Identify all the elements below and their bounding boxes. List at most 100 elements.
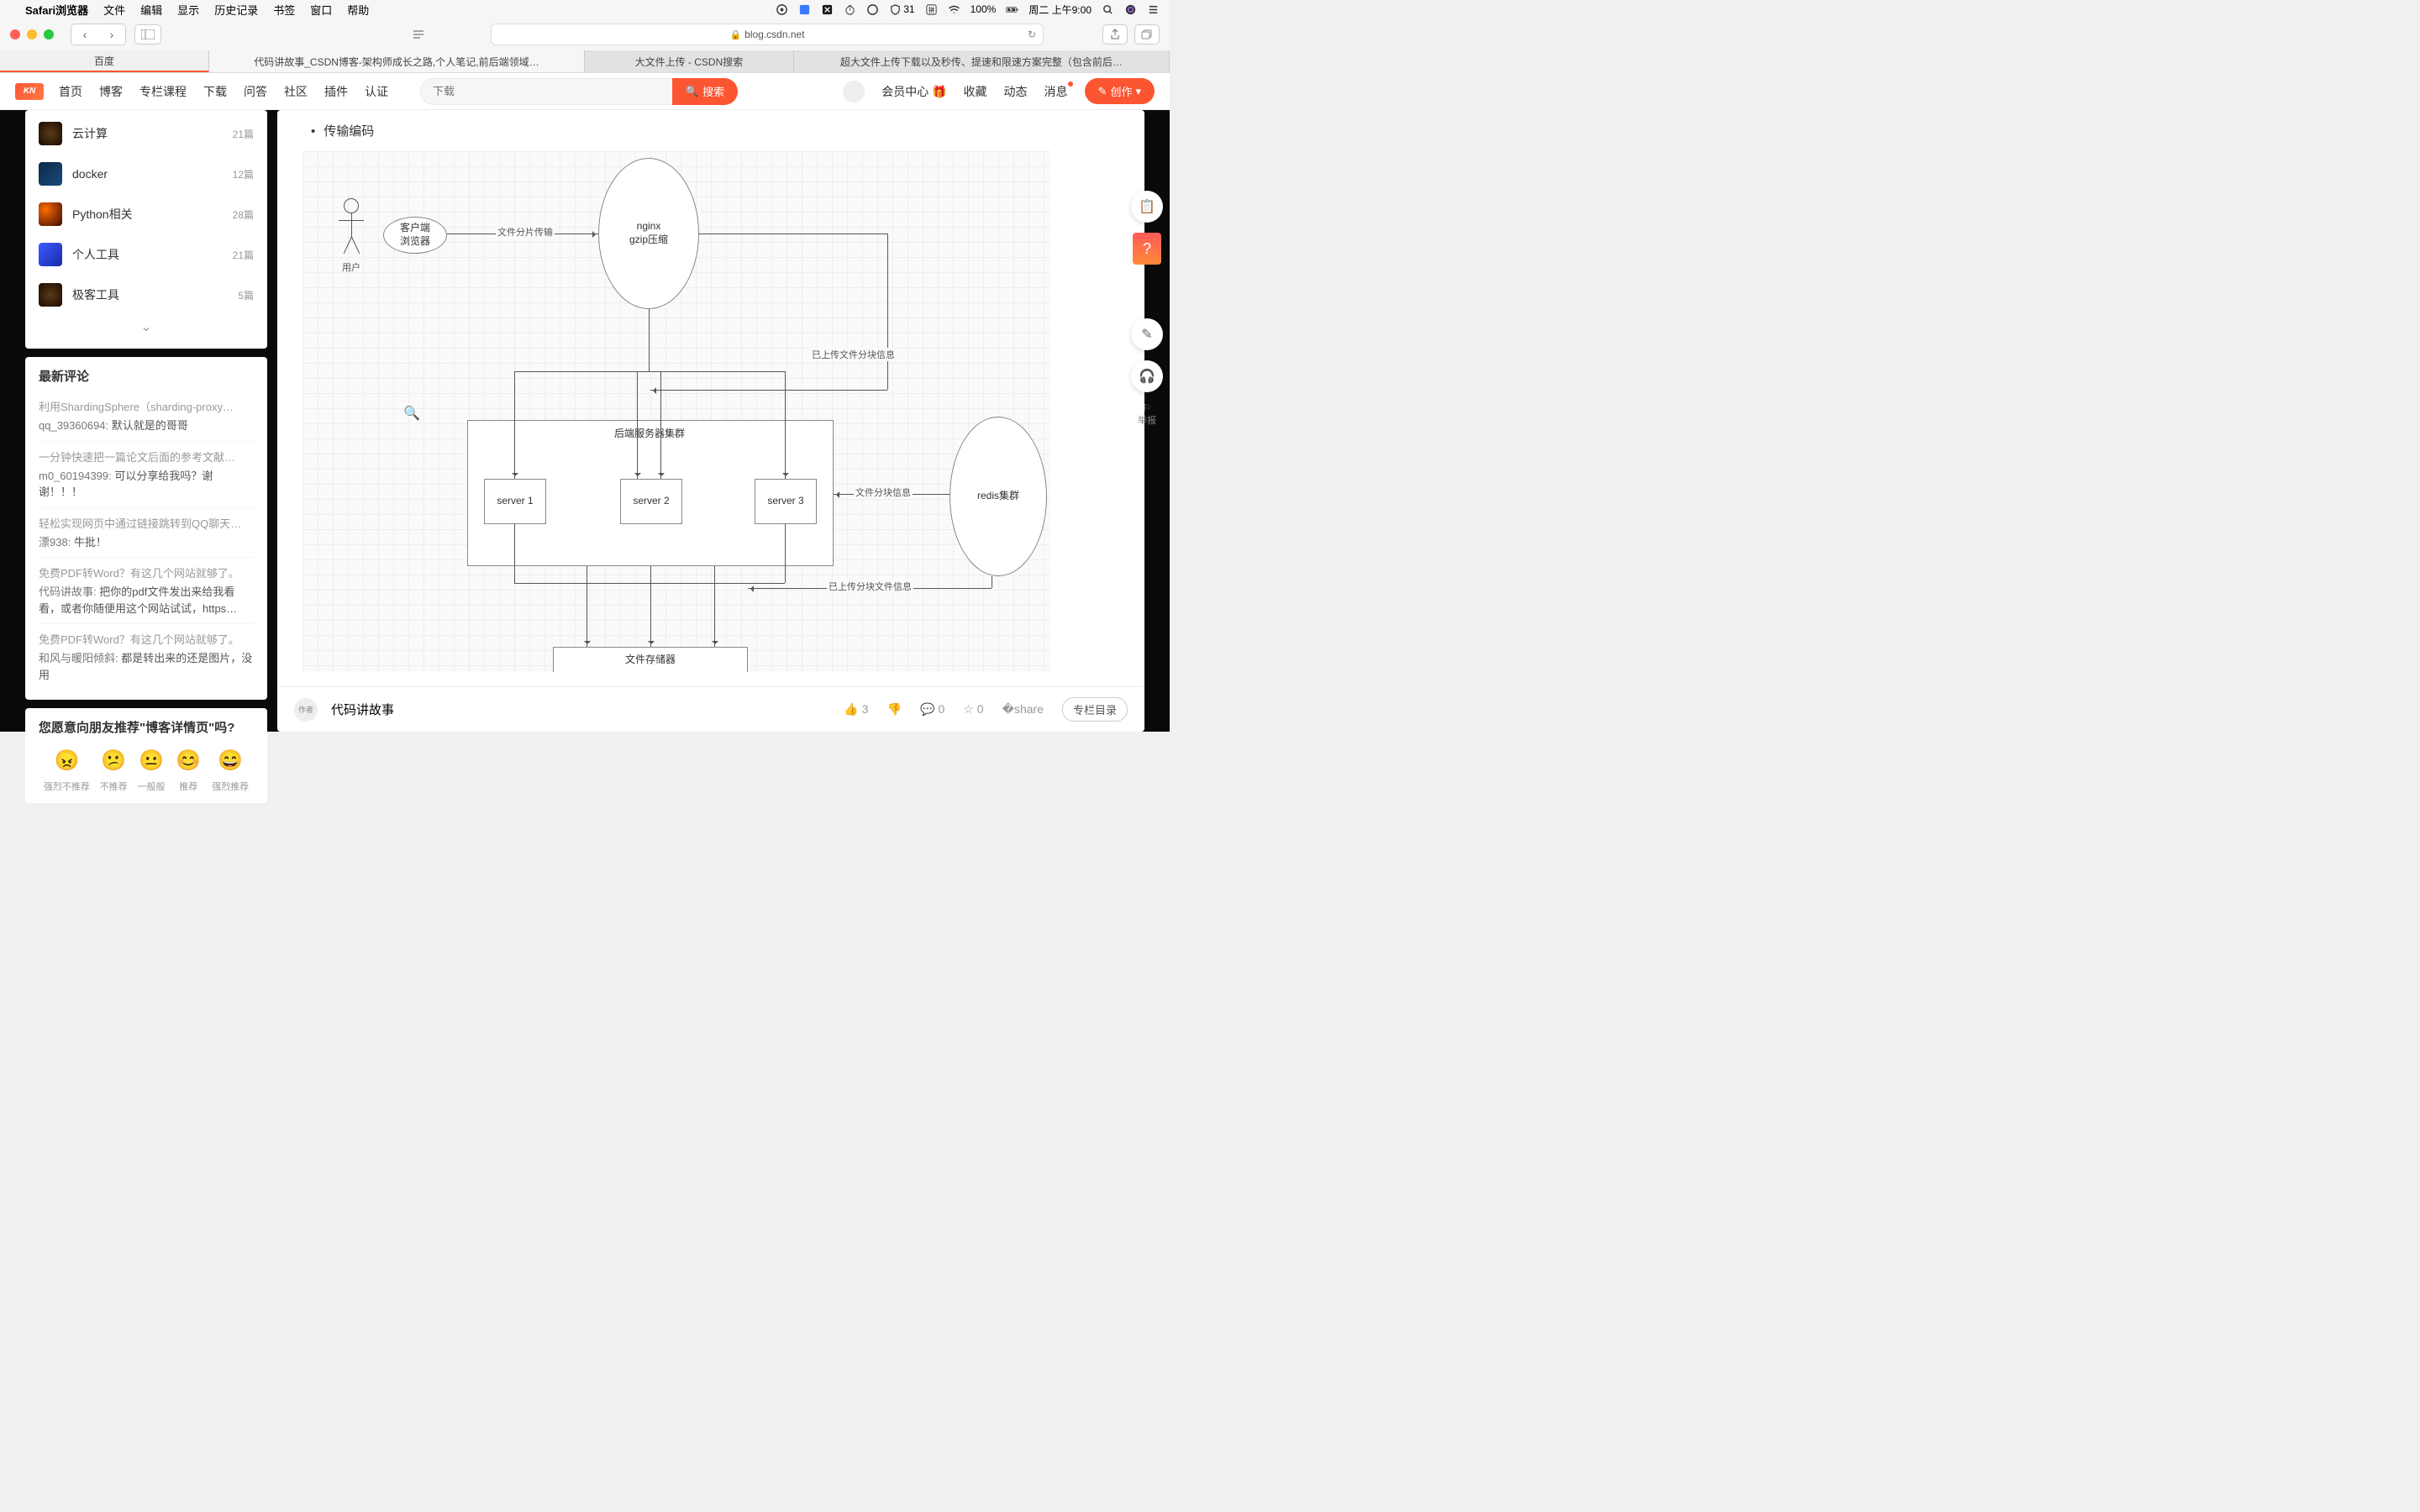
shield-icon[interactable]: 31 (889, 3, 914, 16)
comment-item[interactable]: 一分钟快速把一篇论文后面的参考文献…m0_60194399: 可以分享给我吗？谢… (39, 442, 254, 508)
rating-5[interactable]: 😄强烈推荐 (212, 748, 249, 793)
status-icon-3[interactable] (821, 3, 834, 16)
promo-cube[interactable]: ? (1133, 233, 1161, 265)
maximize-window-button[interactable] (44, 29, 54, 39)
clock[interactable]: 周二 上午9:00 (1028, 3, 1092, 17)
zoom-icon[interactable]: 🔍 (403, 405, 420, 422)
comment-item[interactable]: 轻松实现网页中通过链接跳转到QQ聊天…漂938: 牛批！ (39, 508, 254, 559)
category-icon (39, 202, 62, 226)
nav-home[interactable]: 首页 (59, 83, 82, 100)
star-icon: ☆ (963, 702, 974, 716)
search-button[interactable]: 🔍搜索 (672, 78, 738, 105)
nav-messages[interactable]: 消息 (1044, 83, 1068, 100)
tabs-button[interactable] (1134, 24, 1160, 45)
reload-icon[interactable]: ↻ (1028, 29, 1036, 40)
like-button[interactable]: 👍3 (844, 702, 868, 717)
category-item[interactable]: 云计算21篇 (39, 113, 254, 154)
nav-vip[interactable]: 会员中心 🎁 (881, 83, 946, 100)
comment-item[interactable]: 利用ShardingSphere（sharding-proxy…qq_39360… (39, 391, 254, 442)
forward-button[interactable]: › (98, 24, 125, 45)
battery-icon[interactable] (1006, 3, 1018, 16)
menu-bookmarks[interactable]: 书签 (273, 2, 295, 18)
nav-qa[interactable]: 问答 (244, 83, 267, 100)
nav-fav[interactable]: 收藏 (964, 83, 987, 100)
window-controls (10, 29, 54, 39)
app-name[interactable]: Safari浏览器 (25, 2, 88, 18)
write-button[interactable]: ✎创作 ▾ (1085, 78, 1155, 104)
wifi-icon[interactable] (948, 3, 960, 16)
nav-plugin[interactable]: 插件 (324, 83, 348, 100)
gift-icon: 🎁 (932, 85, 946, 98)
status-icon-2[interactable] (798, 3, 811, 16)
spotlight-icon[interactable] (1102, 3, 1114, 16)
csdn-logo[interactable]: KN (15, 83, 44, 100)
category-icon (39, 122, 62, 145)
architecture-diagram[interactable]: 🔍 用户 客户端 浏览器 nginx gzip压缩 redis集群 后端服务器集… (302, 151, 1050, 672)
siri-icon[interactable] (1124, 3, 1137, 16)
menu-file[interactable]: 文件 (103, 2, 125, 18)
url-text: blog.csdn.net (744, 29, 804, 40)
menu-view[interactable]: 显示 (177, 2, 199, 18)
menu-history[interactable]: 历史记录 (214, 2, 258, 18)
close-window-button[interactable] (10, 29, 20, 39)
category-item[interactable]: 极客工具5篇 (39, 275, 254, 315)
dislike-button[interactable]: 👎 (887, 702, 902, 717)
status-icon-circle[interactable] (866, 3, 879, 16)
search-icon: 🔍 (686, 85, 699, 98)
category-item[interactable]: Python相关28篇 (39, 194, 254, 234)
nav-download[interactable]: 下载 (203, 83, 227, 100)
tab-article[interactable]: 超大文件上传下载以及秒传、提速和限速方案完整（包含前后… (794, 50, 1170, 72)
edit-button[interactable]: ✎ (1131, 318, 1163, 350)
search-input[interactable] (420, 78, 672, 105)
recommend-card: 您愿意向朋友推荐"博客详情页"吗? 😠强烈不推荐 😕不推荐 😐一般般 😊推荐 😄… (25, 708, 267, 803)
control-center-icon[interactable] (1147, 3, 1160, 16)
floating-tools: 📋 ? ✎ 🎧 ⚐举报 (1131, 191, 1163, 427)
comment-item[interactable]: 免费PDF转Word？有这几个网站就够了。和风与暖阳倾斜: 都是转出来的还是图片… (39, 624, 254, 690)
support-button[interactable]: 🎧 (1131, 360, 1163, 392)
article-bullet: 传输编码 (311, 122, 1128, 139)
nav-cert[interactable]: 认证 (365, 83, 388, 100)
menu-help[interactable]: 帮助 (347, 2, 369, 18)
avatar-small[interactable] (843, 81, 865, 102)
nav-blog[interactable]: 博客 (99, 83, 123, 100)
tab-baidu[interactable]: 百度 (0, 50, 209, 72)
nav-feed[interactable]: 动态 (1004, 83, 1028, 100)
expand-categories[interactable]: ⌄ (39, 315, 254, 339)
category-item[interactable]: 个人工具21篇 (39, 234, 254, 275)
menu-window[interactable]: 窗口 (310, 2, 332, 18)
input-method-icon[interactable]: 拼 (925, 3, 938, 16)
reader-button[interactable] (405, 24, 432, 45)
battery-text: 100% (971, 3, 997, 15)
category-item[interactable]: docker12篇 (39, 154, 254, 194)
nav-community[interactable]: 社区 (284, 83, 308, 100)
menu-edit[interactable]: 编辑 (140, 2, 162, 18)
minimize-window-button[interactable] (27, 29, 37, 39)
chevron-down-icon: ⌄ (140, 320, 151, 334)
author-avatar[interactable]: 作者 (294, 698, 318, 722)
lock-icon: 🔒 (729, 29, 741, 40)
sidebar-toggle-button[interactable] (134, 24, 161, 45)
rating-1[interactable]: 😠强烈不推荐 (44, 748, 90, 793)
share-button[interactable]: �share (1002, 702, 1044, 717)
rating-2[interactable]: 😕不推荐 (100, 748, 128, 793)
comment-button[interactable]: 💬0 (920, 702, 944, 717)
rating-4[interactable]: 😊推荐 (175, 748, 202, 793)
back-button[interactable]: ‹ (71, 24, 98, 45)
tab-csdn-blog[interactable]: 代码讲故事_CSDN博客-架构师成长之路,个人笔记,前后端领域… (209, 50, 585, 72)
status-icon-1[interactable] (776, 3, 788, 16)
comment-item[interactable]: 免费PDF转Word？有这几个网站就够了。代码讲故事: 把你的pdf文件发出来给… (39, 558, 254, 624)
catalog-button[interactable]: 专栏目录 (1062, 697, 1128, 722)
tab-csdn-search[interactable]: 大文件上传 - CSDN搜索 (585, 50, 794, 72)
share-button[interactable] (1102, 24, 1128, 45)
status-icon-timer[interactable] (844, 3, 856, 16)
rating-3[interactable]: 😐一般般 (137, 748, 165, 793)
site-header: KN 首页 博客 专栏课程 下载 问答 社区 插件 认证 🔍搜索 会员中心 🎁 … (0, 73, 1170, 110)
pen-icon: ✎ (1098, 85, 1107, 98)
report-button[interactable]: ⚐举报 (1138, 402, 1156, 427)
author-name[interactable]: 代码讲故事 (331, 701, 394, 718)
address-bar[interactable]: 🔒 blog.csdn.net ↻ (491, 24, 1044, 45)
diagram-nginx: nginx gzip压缩 (598, 158, 699, 309)
nav-course[interactable]: 专栏课程 (139, 83, 187, 100)
star-button[interactable]: ☆0 (963, 702, 983, 717)
clipboard-button[interactable]: 📋 (1131, 191, 1163, 223)
